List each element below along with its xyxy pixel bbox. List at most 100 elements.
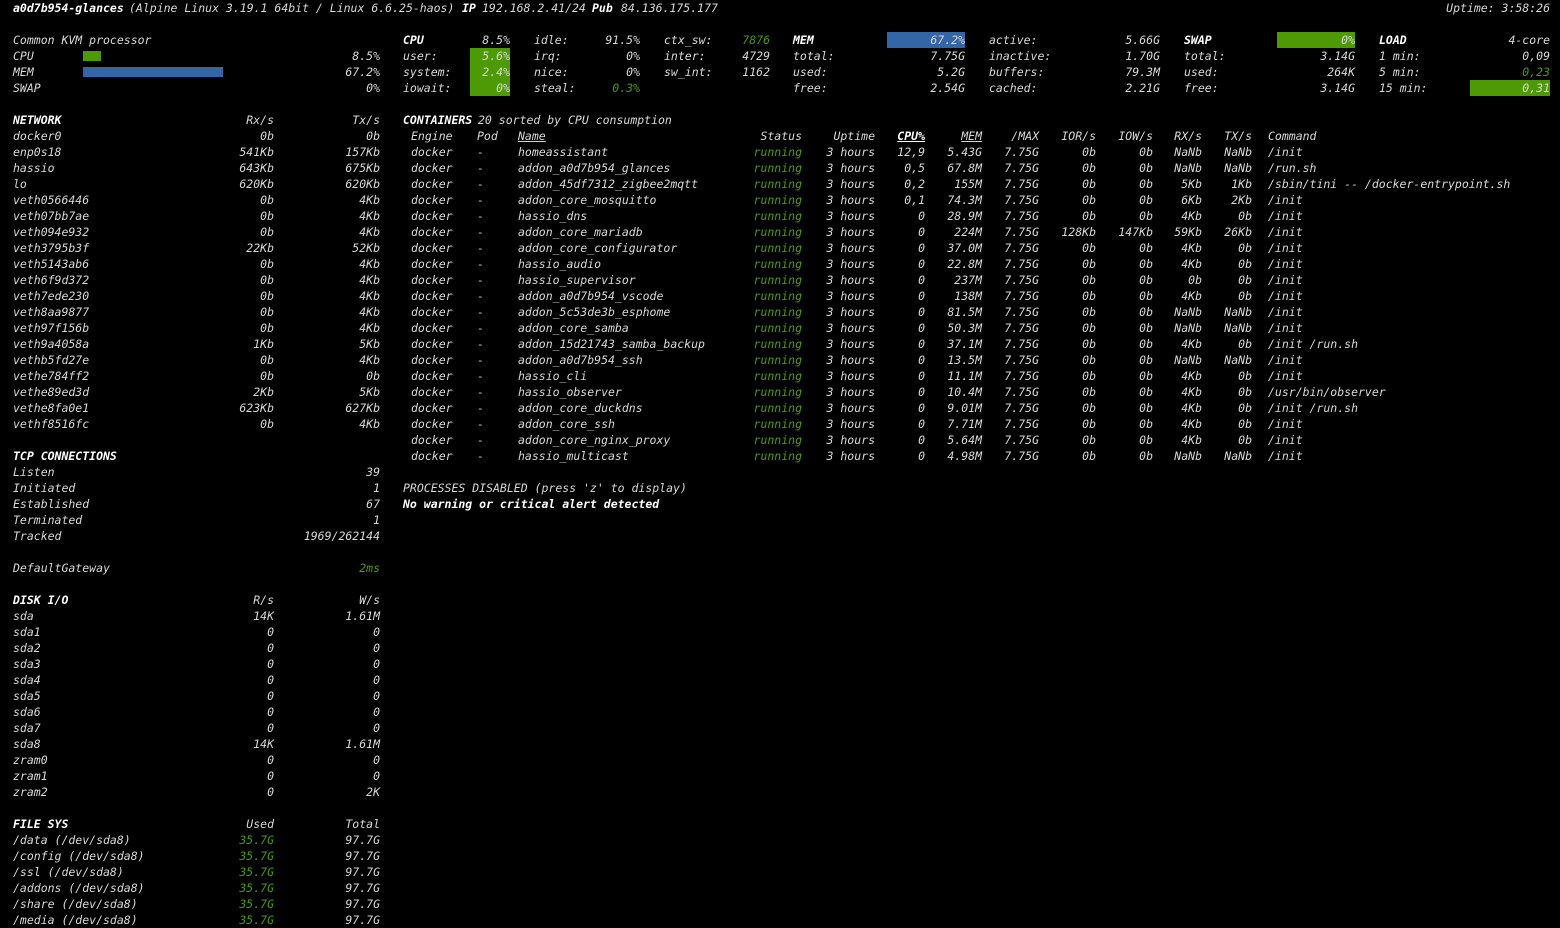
disk-name: zram2 [13,785,48,799]
load-label: 15 min: [1379,81,1428,95]
container-cell: hassio_cli [518,369,588,383]
load-value: 0,23 [1522,65,1550,79]
mem-title: MEM [793,33,814,47]
disk-name: sda [13,609,34,623]
disk-name: sda8 [13,737,41,751]
container-cell: NaNb [1224,161,1252,175]
container-cell: - [477,193,484,207]
network-tx-header: Tx/s [352,113,380,127]
container-cell: NaNb [1224,321,1252,335]
quicklook-bar [83,51,101,61]
container-cell: docker [411,193,453,207]
container-cell: docker [411,369,453,383]
network-tx: 627Kb [345,401,380,415]
tcp-label: Terminated [13,513,83,527]
container-cell: docker [411,433,453,447]
quicklook-label: SWAP [13,81,41,95]
container-cell: /init /run.sh [1268,401,1359,415]
container-cell: /init [1268,273,1303,287]
container-cell: - [477,273,484,287]
fs-title: FILE SYS [13,817,69,831]
cpu-label: user: [403,49,438,63]
container-cell: /init [1268,417,1303,431]
ip-label: IP [462,1,476,15]
quicklook-value: 8.5% [352,49,380,63]
network-tx: 4Kb [359,273,380,287]
container-cell: docker [411,321,453,335]
tcp-label: Listen [13,465,55,479]
disk-write: 0 [373,689,380,703]
fs-total-header: Total [345,817,380,831]
container-cell: 0b [1238,289,1252,303]
disk-write: 1.61M [345,737,380,751]
disk-write: 0 [373,657,380,671]
network-tx: 4Kb [359,321,380,335]
fs-total: 97.7G [345,849,380,863]
mem-value: 79.3M [1125,65,1160,79]
container-cell: NaNb [1224,145,1252,159]
disk-name: zram1 [13,769,48,783]
container-cell: /run.sh [1268,161,1317,175]
disk-name: sda5 [13,689,41,703]
tcp-label: Established [13,497,90,511]
container-cell: 0b [1238,337,1252,351]
container-cell: - [477,385,484,399]
container-cell: 0b [1238,241,1252,255]
cpu-value: 7876 [742,33,770,47]
container-cell: 0b [1238,401,1252,415]
network-interface: enp0s18 [13,145,62,159]
container-cell: docker [411,289,453,303]
quicklook-label: MEM [13,65,34,79]
container-cell: /init [1268,257,1303,271]
quicklook-value: 67.2% [345,65,380,79]
tcp-value: 1969/262144 [303,529,380,543]
container-cell: 0b [1238,257,1252,271]
network-tx: 4Kb [359,289,380,303]
network-tx: 675Kb [345,161,380,175]
container-cell: /init [1268,449,1303,463]
container-column-header: TX/s [1224,129,1252,143]
container-cell: docker [411,161,453,175]
quicklook-label: CPU [13,49,34,63]
container-cell: /sbin/tini -- /docker-entrypoint.sh [1268,177,1511,191]
container-column-header: Name [518,129,546,143]
container-cell: hassio_audio [518,257,602,271]
disk-name: sda6 [13,705,41,719]
tcp-title: TCP CONNECTIONS [13,449,117,463]
disk-write: 0 [373,769,380,783]
mem-value: 5.66G [1125,33,1160,47]
network-tx: 157Kb [345,145,380,159]
network-tx: 4Kb [359,209,380,223]
hostname: a0d7b954-glances [13,1,124,15]
container-cell: 26Kb [1224,225,1252,239]
network-interface: docker0 [13,129,62,143]
pub-label: Pub [592,1,613,15]
container-cell: /init [1268,209,1303,223]
network-tx: 4Kb [359,257,380,271]
container-cell: - [477,321,484,335]
alert-message: No warning or critical alert detected [403,497,660,511]
swap-value: 3.14G [1320,81,1355,95]
container-cell: - [477,177,484,191]
container-cell: - [477,337,484,351]
containers-title: CONTAINERS [403,113,473,127]
container-cell: /usr/bin/observer [1268,385,1386,399]
container-cell: - [477,209,484,223]
network-tx: 0b [366,129,380,143]
disk-name: zram0 [13,753,48,767]
processes-disabled-message: PROCESSES DISABLED (press 'z' to display… [403,481,687,495]
container-cell: NaNb [1224,353,1252,367]
disk-write: 0 [373,673,380,687]
container-cell: docker [411,145,453,159]
disk-name: sda1 [13,625,41,639]
container-cell: - [477,417,484,431]
container-cell: - [477,257,484,271]
container-cell: - [477,145,484,159]
container-cell: /init [1268,433,1303,447]
network-tx: 0b [366,369,380,383]
mem-percent: 67.2% [887,32,965,48]
container-cell: docker [411,273,453,287]
swap-value: 264K [1327,65,1355,79]
container-cell: 0b [1238,417,1252,431]
container-cell: homeassistant [518,145,609,159]
